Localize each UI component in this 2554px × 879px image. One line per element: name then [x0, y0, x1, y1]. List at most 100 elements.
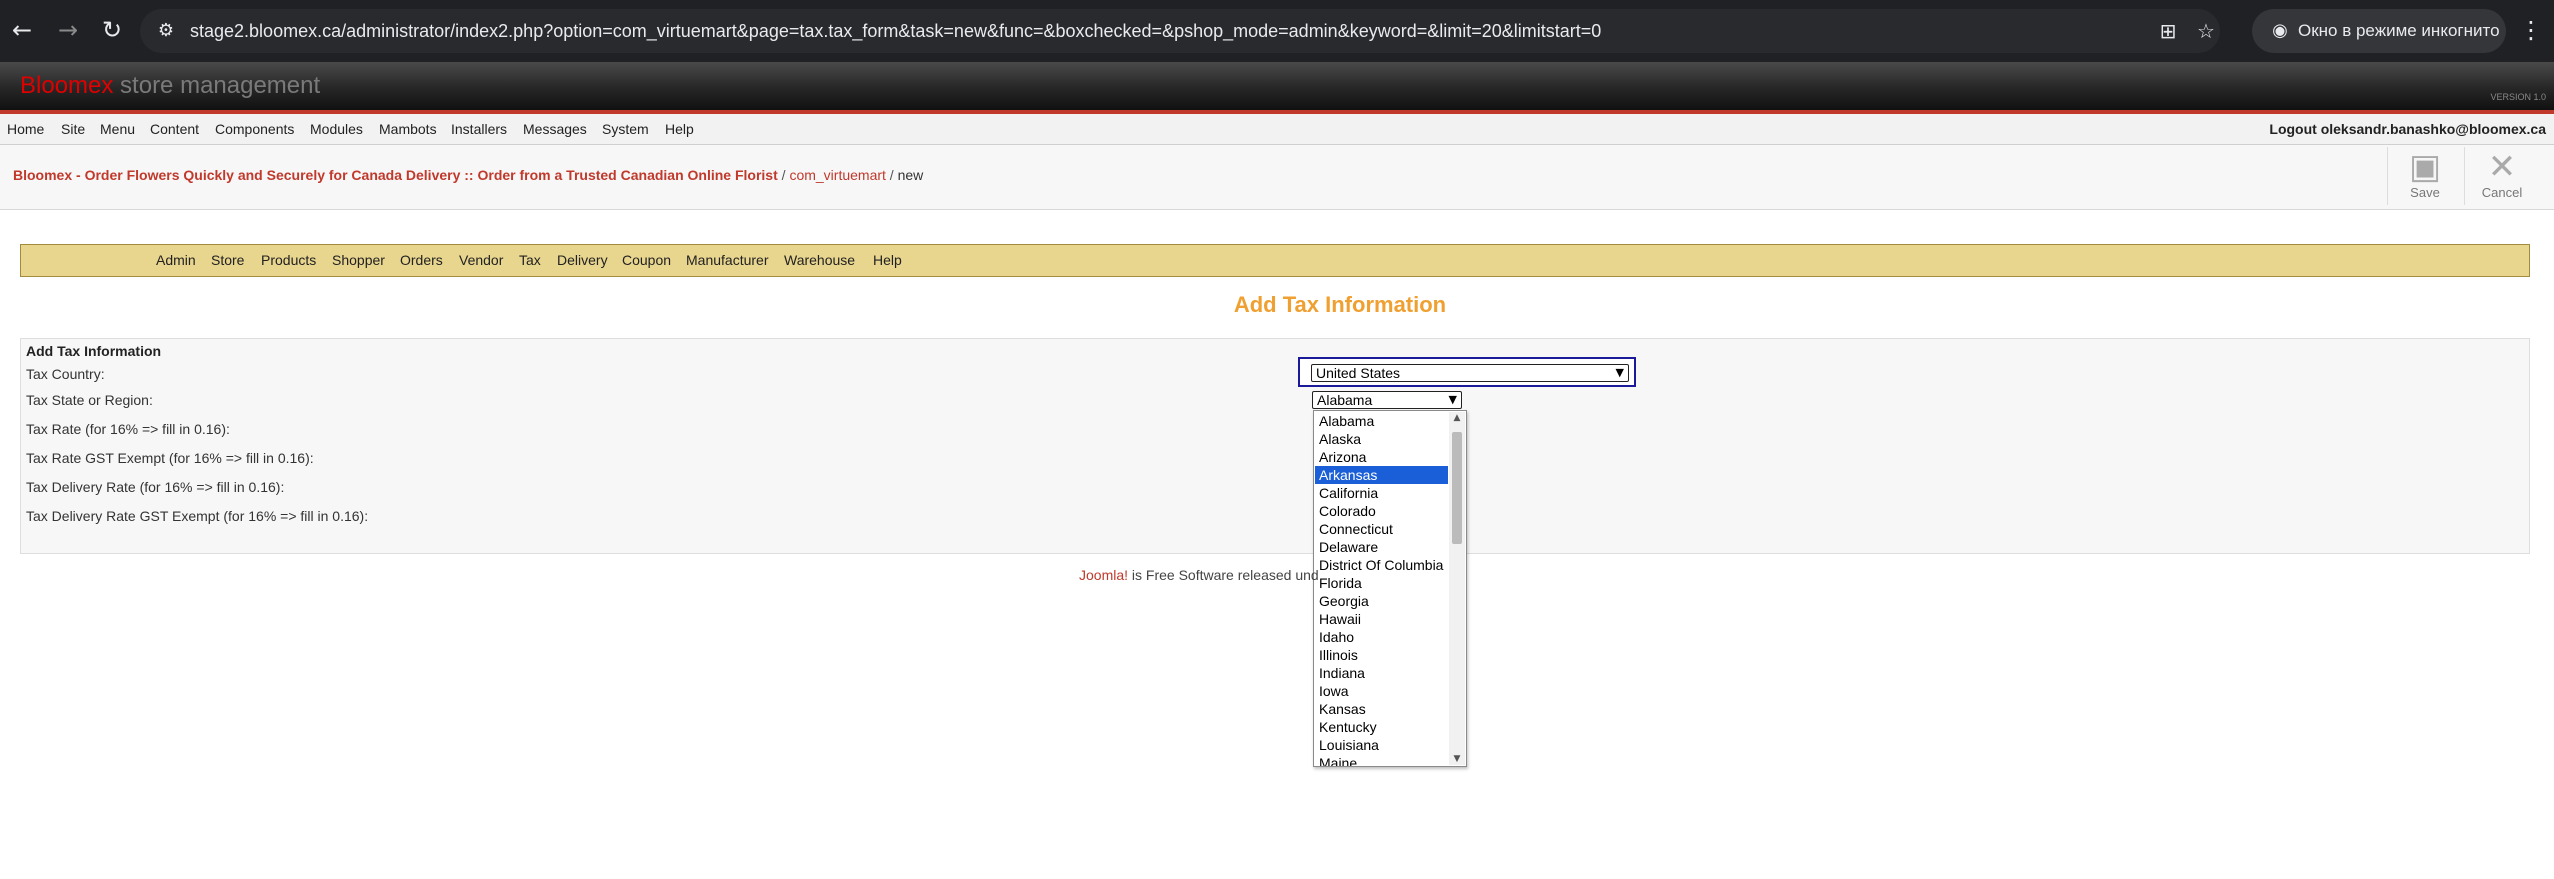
tax-state-select[interactable]: Alabama ▼ — [1312, 391, 1462, 409]
star-icon[interactable]: ☆ — [2194, 19, 2218, 43]
version-label: VERSION 1.0 — [2490, 92, 2546, 102]
admin-header: Bloomex store management VERSION 1.0 — [0, 62, 2554, 114]
state-option-connecticut[interactable]: Connecticut — [1315, 520, 1448, 538]
save-label: Save — [2410, 185, 2440, 200]
incognito-label: Окно в режиме инкогнито — [2298, 21, 2500, 40]
scrollbar-thumb[interactable] — [1452, 432, 1462, 544]
vm-menu-delivery[interactable]: Delivery — [557, 245, 608, 276]
breadcrumb-current: new — [897, 167, 924, 183]
tax-delivery-rate-gst-label: Tax Delivery Rate GST Exempt (for 16% =>… — [26, 508, 369, 524]
reload-icon[interactable]: ↻ — [94, 12, 130, 48]
state-option-district-of-columbia[interactable]: District Of Columbia — [1315, 556, 1448, 574]
forward-icon[interactable]: → — [50, 12, 86, 48]
page-title: Add Tax Information — [1233, 292, 1447, 317]
breadcrumb-site[interactable]: Bloomex - Order Flowers Quickly and Secu… — [13, 167, 778, 183]
country-select-focus-ring: United States ▼ — [1298, 357, 1636, 387]
tax-rate-gst-label: Tax Rate GST Exempt (for 16% => fill in … — [26, 450, 314, 466]
state-option-louisiana[interactable]: Louisiana — [1315, 736, 1448, 754]
cancel-label: Cancel — [2481, 185, 2523, 200]
brand-logo: Bloomex store management — [20, 72, 320, 100]
scroll-down-icon[interactable]: ▼ — [1449, 753, 1465, 765]
state-option-idaho[interactable]: Idaho — [1315, 628, 1448, 646]
tax-state-value: Alabama — [1317, 392, 1373, 408]
vm-menu-shopper[interactable]: Shopper — [332, 245, 385, 276]
tax-country-label: Tax Country: — [26, 366, 105, 382]
browser-chrome: ← → ↻ ⚙ stage2.bloomex.ca/administrator/… — [0, 0, 2554, 62]
save-button[interactable]: ▣ Save — [2387, 147, 2462, 205]
menu-content[interactable]: Content — [150, 114, 199, 144]
translate-icon[interactable]: ⊞ — [2156, 19, 2180, 43]
chevron-down-icon: ▼ — [1448, 393, 1457, 406]
main-menu: Home Site Menu Content Components Module… — [0, 114, 2554, 145]
vm-menu-tax[interactable]: Tax — [519, 245, 541, 276]
state-option-hawaii[interactable]: Hawaii — [1315, 610, 1448, 628]
state-option-kentucky[interactable]: Kentucky — [1315, 718, 1448, 736]
menu-messages[interactable]: Messages — [523, 114, 587, 144]
state-option-delaware[interactable]: Delaware — [1315, 538, 1448, 556]
state-option-kansas[interactable]: Kansas — [1315, 700, 1448, 718]
save-icon: ▣ — [2408, 147, 2442, 187]
state-option-indiana[interactable]: Indiana — [1315, 664, 1448, 682]
state-option-california[interactable]: California — [1315, 484, 1448, 502]
state-dropdown-list[interactable]: Alabama Alaska Arizona Arkansas Californ… — [1313, 410, 1467, 767]
state-option-arizona[interactable]: Arizona — [1315, 448, 1448, 466]
kebab-menu-icon[interactable]: ⋮ — [2518, 12, 2544, 48]
state-option-iowa[interactable]: Iowa — [1315, 682, 1448, 700]
logout-link[interactable]: Logout oleksandr.banashko@bloomex.ca — [2269, 114, 2546, 144]
tax-country-value: United States — [1316, 365, 1401, 381]
menu-mambots[interactable]: Mambots — [379, 114, 437, 144]
breadcrumb-component[interactable]: com_virtuemart — [789, 167, 885, 183]
vm-menu-coupon[interactable]: Coupon — [622, 245, 671, 276]
menu-components[interactable]: Components — [215, 114, 294, 144]
menu-system[interactable]: System — [602, 114, 649, 144]
breadcrumb: Bloomex - Order Flowers Quickly and Secu… — [13, 167, 923, 183]
breadcrumb-separator: / — [781, 167, 786, 183]
vm-menu-warehouse[interactable]: Warehouse — [784, 245, 855, 276]
footer-text: is Free Software released und — [1128, 567, 1319, 583]
menu-modules[interactable]: Modules — [310, 114, 363, 144]
virtuemart-menu: Admin Store Products Shopper Orders Vend… — [20, 244, 2530, 277]
url-text[interactable]: stage2.bloomex.ca/administrator/index2.p… — [190, 9, 1601, 53]
toolbar: Bloomex - Order Flowers Quickly and Secu… — [0, 145, 2554, 210]
vm-menu-products[interactable]: Products — [261, 245, 316, 276]
back-icon[interactable]: ← — [4, 12, 40, 48]
brand-primary: Bloomex — [20, 72, 114, 99]
scroll-up-icon[interactable]: ▲ — [1449, 412, 1465, 424]
dropdown-scrollbar[interactable]: ▲ ▼ — [1449, 412, 1465, 765]
breadcrumb-separator: / — [889, 167, 894, 183]
brand-secondary: store management — [120, 72, 321, 99]
menu-home[interactable]: Home — [7, 114, 44, 144]
tax-delivery-rate-label: Tax Delivery Rate (for 16% => fill in 0.… — [26, 479, 285, 495]
address-bar[interactable]: ⚙ stage2.bloomex.ca/administrator/index2… — [140, 9, 2220, 53]
state-option-florida[interactable]: Florida — [1315, 574, 1448, 592]
cancel-icon: ✕ — [2487, 147, 2517, 187]
menu-menu[interactable]: Menu — [100, 114, 135, 144]
joomla-link[interactable]: Joomla! — [1079, 567, 1128, 583]
state-option-georgia[interactable]: Georgia — [1315, 592, 1448, 610]
footer: Joomla! is Free Software released und — [1079, 567, 1319, 583]
menu-installers[interactable]: Installers — [451, 114, 507, 144]
site-info-icon[interactable]: ⚙ — [154, 19, 178, 43]
state-option-colorado[interactable]: Colorado — [1315, 502, 1448, 520]
menu-help[interactable]: Help — [665, 114, 694, 144]
vm-menu-manufacturer[interactable]: Manufacturer — [686, 245, 768, 276]
incognito-icon: ◉ — [2272, 20, 2288, 41]
state-option-illinois[interactable]: Illinois — [1315, 646, 1448, 664]
cancel-button[interactable]: ✕ Cancel — [2464, 147, 2539, 205]
state-option-arkansas[interactable]: Arkansas — [1315, 466, 1448, 484]
menu-site[interactable]: Site — [61, 114, 85, 144]
chevron-down-icon: ▼ — [1615, 366, 1624, 379]
incognito-badge[interactable]: ◉ Окно в режиме инкогнито — [2252, 9, 2506, 53]
vm-menu-orders[interactable]: Orders — [400, 245, 443, 276]
state-option-alabama[interactable]: Alabama — [1315, 412, 1448, 430]
tax-state-label: Tax State or Region: — [26, 392, 153, 408]
vm-menu-help[interactable]: Help — [873, 245, 902, 276]
tax-form: Add Tax Information Tax Country: Tax Sta… — [20, 338, 2530, 554]
tax-country-select[interactable]: United States ▼ — [1311, 364, 1629, 382]
vm-menu-admin[interactable]: Admin — [156, 245, 196, 276]
form-legend: Add Tax Information — [26, 343, 162, 359]
state-option-alaska[interactable]: Alaska — [1315, 430, 1448, 448]
state-option-maine[interactable]: Maine — [1315, 754, 1448, 766]
vm-menu-vendor[interactable]: Vendor — [459, 245, 503, 276]
vm-menu-store[interactable]: Store — [211, 245, 244, 276]
